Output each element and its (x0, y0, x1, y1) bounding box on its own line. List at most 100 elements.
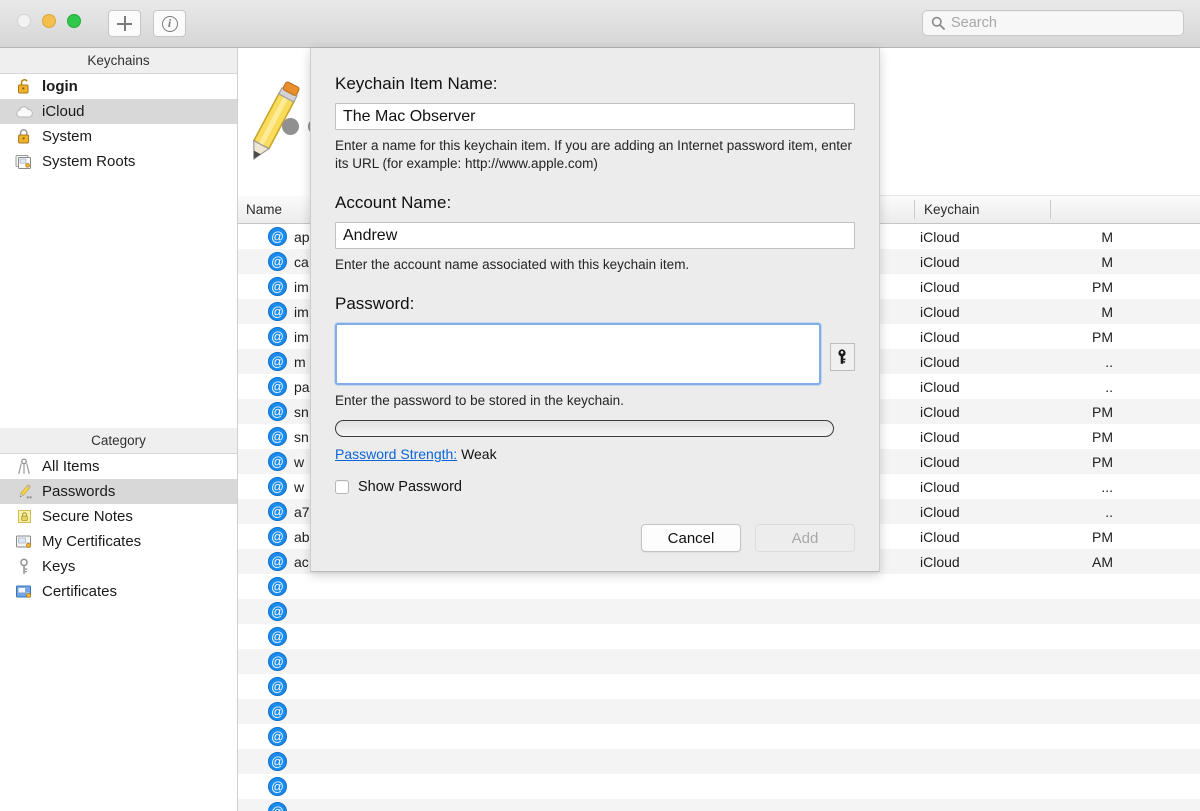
table-row[interactable]: @ (238, 749, 1200, 774)
password-strength-meter (335, 420, 834, 437)
cell-date: PM (1092, 278, 1113, 295)
at-sign-icon: @ (268, 552, 287, 571)
column-divider[interactable] (914, 200, 915, 219)
svg-text:@: @ (271, 655, 284, 669)
svg-text:@: @ (271, 405, 284, 419)
cell-keychain: iCloud (920, 278, 960, 295)
svg-text:@: @ (271, 805, 284, 811)
table-row[interactable]: @ (238, 624, 1200, 649)
sidebar-item-keys[interactable]: Keys (0, 554, 237, 579)
sidebar-item-secure-notes[interactable]: Secure Notes (0, 504, 237, 529)
at-sign-icon: @ (268, 227, 287, 246)
svg-text:@: @ (271, 355, 284, 369)
cell-date: .. (1105, 503, 1113, 520)
sidebar-item-all-items[interactable]: All Items (0, 454, 237, 479)
at-sign-icon: @ (268, 477, 287, 496)
table-row[interactable]: @ (238, 574, 1200, 599)
svg-text:@: @ (271, 705, 284, 719)
cell-keychain: iCloud (920, 353, 960, 370)
sidebar-item-label: Secure Notes (42, 508, 133, 525)
search-input[interactable]: Search (951, 15, 997, 31)
add-button[interactable]: Add (755, 524, 855, 552)
at-sign-icon: @ (268, 302, 287, 321)
at-sign-icon: @ (268, 577, 287, 596)
table-row[interactable]: @ (238, 599, 1200, 624)
sidebar-item-certificates[interactable]: Certificates (0, 579, 237, 604)
password-input[interactable] (335, 323, 821, 385)
sidebar-item-icloud[interactable]: iCloud (0, 99, 237, 124)
column-divider[interactable] (1050, 200, 1051, 219)
maximize-window-button[interactable] (67, 14, 81, 28)
sidebar-item-label: System Roots (42, 153, 136, 170)
password-assistant-button[interactable] (829, 343, 855, 371)
table-row[interactable]: @ (238, 799, 1200, 811)
password-strength-value: Weak (461, 446, 497, 462)
sidebar-item-label: All Items (42, 458, 100, 475)
at-sign-icon: @ (268, 377, 287, 396)
table-row[interactable]: @ (238, 724, 1200, 749)
password-label: Password: (335, 294, 415, 313)
keychain-item-name-input[interactable]: The Mac Observer (335, 103, 855, 130)
sidebar-item-passwords[interactable]: Passwords (0, 479, 237, 504)
sidebar-item-login[interactable]: login (0, 74, 237, 99)
at-sign-icon: @ (268, 277, 287, 296)
at-sign-icon: @ (268, 702, 287, 721)
cell-date: PM (1092, 328, 1113, 345)
cell-name: sn (294, 403, 309, 420)
cell-name: w (294, 478, 305, 495)
password-strength-link[interactable]: Password Strength: (335, 446, 457, 462)
show-password-row[interactable]: Show Password (335, 479, 855, 495)
show-password-checkbox[interactable] (335, 480, 349, 494)
item-info-button[interactable]: i (153, 10, 186, 37)
my-certificate-icon (14, 533, 34, 551)
search-icon (931, 16, 945, 30)
account-name-help: Enter the account name associated with t… (335, 257, 690, 272)
cancel-button[interactable]: Cancel (641, 524, 741, 552)
table-row[interactable]: @ (238, 774, 1200, 799)
table-row[interactable]: @ (238, 699, 1200, 724)
password-strength-line: Password Strength: Weak (335, 446, 855, 462)
category-list: All Items Passwords Secure Notes My Cert… (0, 454, 237, 604)
cell-keychain: iCloud (920, 478, 960, 495)
cell-date: .. (1105, 353, 1113, 370)
column-header-keychain[interactable]: Keychain (916, 196, 1046, 223)
cell-keychain: iCloud (920, 253, 960, 270)
keychain-item-name-help: Enter a name for this keychain item. If … (335, 138, 853, 171)
cell-date: AM (1092, 553, 1113, 570)
at-sign-icon: @ (268, 677, 287, 696)
dot (282, 118, 299, 135)
pencil-icon (14, 483, 34, 501)
secure-note-icon (14, 508, 34, 526)
keyring-icon (14, 458, 34, 476)
cell-name: im (294, 303, 309, 320)
table-row[interactable]: @ (238, 649, 1200, 674)
cell-date: PM (1092, 528, 1113, 545)
table-row[interactable]: @ (238, 674, 1200, 699)
cell-keychain: iCloud (920, 328, 960, 345)
key-icon (835, 348, 849, 366)
sidebar-item-label: Keys (42, 558, 76, 575)
at-sign-icon: @ (268, 352, 287, 371)
sidebar-item-system[interactable]: System (0, 124, 237, 149)
sidebar-item-label: Certificates (42, 583, 118, 600)
svg-text:@: @ (271, 380, 284, 394)
svg-text:@: @ (271, 580, 284, 594)
category-header: Category (0, 428, 237, 454)
sidebar-item-label: login (42, 78, 78, 95)
close-window-button[interactable] (17, 14, 31, 28)
minimize-window-button[interactable] (42, 14, 56, 28)
cell-keychain: iCloud (920, 453, 960, 470)
sidebar-item-my-certificates[interactable]: My Certificates (0, 529, 237, 554)
cell-keychain: iCloud (920, 378, 960, 395)
search-field[interactable]: Search (922, 10, 1184, 36)
at-sign-icon: @ (268, 252, 287, 271)
sidebar-item-label: Passwords (42, 483, 116, 500)
account-name-label: Account Name: (335, 193, 452, 212)
svg-text:@: @ (271, 480, 284, 494)
cell-date: M (1101, 253, 1113, 270)
sidebar-item-system-roots[interactable]: System Roots (0, 149, 237, 174)
certificates-icon (14, 153, 34, 171)
at-sign-icon: @ (268, 777, 287, 796)
add-item-button[interactable] (108, 10, 141, 37)
account-name-input[interactable]: Andrew (335, 222, 855, 249)
